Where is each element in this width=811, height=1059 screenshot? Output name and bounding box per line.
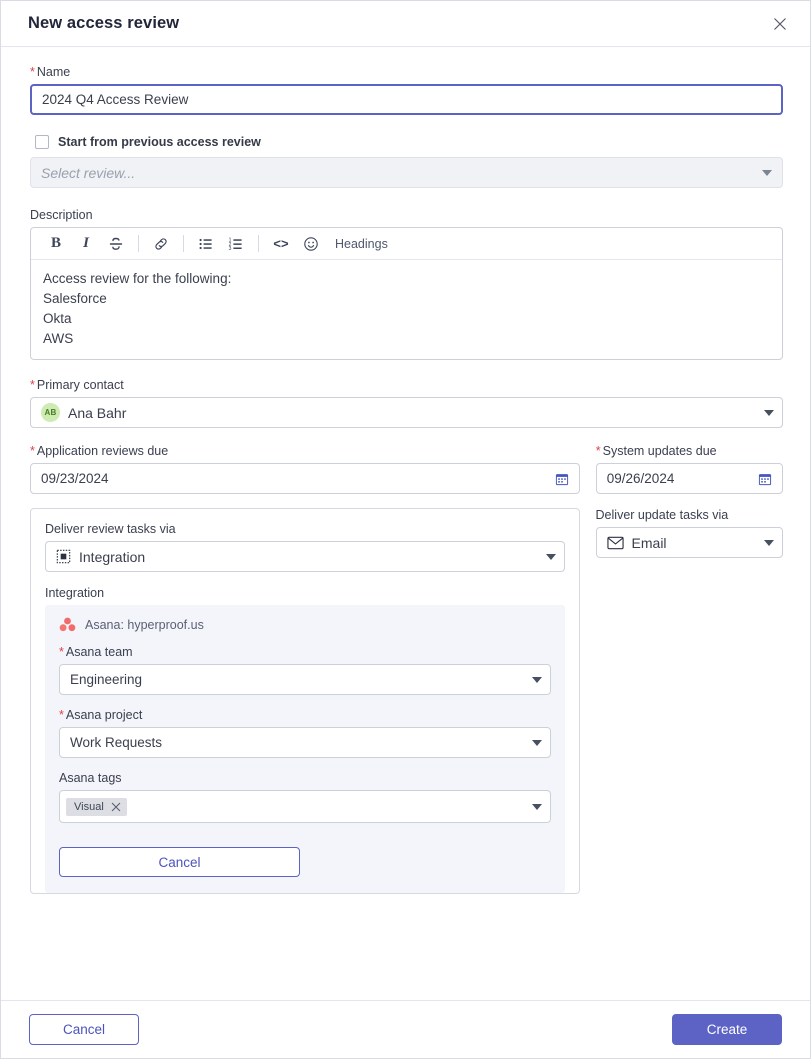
chevron-down-icon	[531, 676, 542, 683]
deliver-review-tasks-select[interactable]: Integration	[45, 541, 565, 572]
chevron-down-icon	[764, 409, 774, 416]
asana-logo-icon	[59, 617, 76, 632]
asana-tags-select[interactable]: Visual	[59, 790, 551, 823]
start-from-previous-row: Start from previous access review	[35, 135, 783, 149]
bold-icon[interactable]: B	[41, 231, 71, 257]
previous-review-select[interactable]: Select review...	[30, 157, 783, 188]
asana-project-label: * Asana project	[59, 708, 143, 722]
asana-provider-name: Asana: hyperproof.us	[85, 617, 204, 632]
deliver-review-tasks-value: Integration	[79, 548, 146, 565]
chevron-down-icon	[762, 169, 772, 176]
asana-team-select[interactable]: Engineering	[59, 664, 551, 695]
integration-cancel-button[interactable]: Cancel	[59, 847, 300, 877]
asana-tags-group: Asana tags Visual	[59, 771, 551, 823]
tag-chip: Visual	[66, 797, 127, 816]
name-field-group: * Name 2024 Q4 Access Review	[30, 65, 783, 115]
dialog-footer: Cancel Create	[1, 1000, 810, 1058]
email-icon	[606, 536, 624, 550]
italic-icon[interactable]: I	[71, 231, 101, 257]
description-textarea[interactable]: Access review for the following: Salesfo…	[31, 260, 782, 359]
asana-team-group: * Asana team Engineering	[59, 645, 551, 695]
asana-provider-row: Asana: hyperproof.us	[59, 617, 551, 632]
link-icon[interactable]	[146, 231, 176, 257]
system-updates-due-value: 09/26/2024	[606, 471, 675, 486]
application-reviews-due-value: 09/23/2024	[41, 471, 109, 486]
due-dates-row: * Application reviews due 09/23/2024 * Sys…	[30, 444, 783, 494]
chevron-down-icon	[545, 553, 556, 560]
dialog-body: * Name 2024 Q4 Access Review Start from p…	[1, 47, 810, 1000]
asana-team-value: Engineering	[70, 672, 143, 687]
name-label: * Name	[30, 65, 71, 79]
description-editor: B I 1 2 3 <> Headings Access review for …	[30, 227, 783, 360]
start-from-previous-label: Start from previous access review	[58, 135, 261, 149]
application-reviews-due-input[interactable]: 09/23/2024	[30, 463, 580, 494]
primary-contact-value: Ana Bahr	[68, 404, 127, 421]
delivery-row: Deliver review tasks via Integration Int…	[30, 508, 783, 894]
previous-review-placeholder: Select review...	[41, 164, 136, 181]
integration-label: Integration	[45, 586, 105, 600]
headings-dropdown[interactable]: Headings	[335, 237, 388, 251]
tag-chip-label: Visual	[74, 800, 104, 813]
chevron-down-icon	[531, 739, 542, 746]
system-updates-due-label: * System updates due	[595, 444, 717, 458]
cancel-button[interactable]: Cancel	[29, 1014, 139, 1045]
page-title: New access review	[28, 14, 180, 32]
primary-contact-select[interactable]: AB Ana Bahr	[30, 397, 783, 428]
required-marker: *	[30, 65, 35, 79]
start-from-previous-checkbox[interactable]	[35, 135, 49, 149]
new-access-review-dialog: New access review * Name 2024 Q4 Access R…	[0, 0, 811, 1059]
asana-team-label: * Asana team	[59, 645, 133, 659]
toolbar-divider	[183, 235, 184, 252]
integration-icon	[56, 549, 71, 564]
emoji-icon[interactable]	[296, 231, 326, 257]
description-label: Description	[30, 208, 93, 222]
asana-project-value: Work Requests	[70, 735, 163, 750]
application-reviews-due-group: * Application reviews due 09/23/2024	[30, 444, 580, 494]
code-icon[interactable]: <>	[266, 231, 296, 257]
update-delivery-group: Deliver update tasks via Email	[595, 508, 783, 894]
description-field-group: Description B I 1 2 3 <> Headings Access…	[30, 208, 783, 360]
strikethrough-icon[interactable]	[101, 231, 131, 257]
svg-text:3: 3	[229, 246, 232, 252]
deliver-review-tasks-label: Deliver review tasks via	[45, 522, 176, 536]
deliver-update-tasks-select[interactable]: Email	[595, 527, 783, 558]
toolbar-divider	[258, 235, 259, 252]
calendar-icon[interactable]	[555, 472, 569, 486]
deliver-update-tasks-label: Deliver update tasks via	[595, 508, 729, 522]
bullet-list-icon[interactable]	[191, 231, 221, 257]
dialog-header: New access review	[1, 1, 810, 47]
asana-project-select[interactable]: Work Requests	[59, 727, 551, 758]
name-input[interactable]: 2024 Q4 Access Review	[30, 84, 783, 115]
primary-contact-group: * Primary contact AB Ana Bahr	[30, 378, 783, 428]
deliver-update-tasks-value: Email	[631, 534, 667, 551]
review-delivery-card: Deliver review tasks via Integration Int…	[30, 508, 580, 894]
avatar: AB	[41, 403, 60, 422]
calendar-icon[interactable]	[758, 472, 772, 486]
chevron-down-icon	[764, 539, 774, 546]
asana-project-group: * Asana project Work Requests	[59, 708, 551, 758]
system-updates-due-input[interactable]: 09/26/2024	[595, 463, 783, 494]
application-reviews-due-label: * Application reviews due	[30, 444, 169, 458]
integration-panel: Asana: hyperproof.us * Asana team Enginee…	[45, 605, 565, 893]
close-icon[interactable]	[766, 10, 794, 38]
numbered-list-icon[interactable]: 1 2 3	[221, 231, 251, 257]
description-toolbar: B I 1 2 3 <> Headings	[31, 228, 782, 260]
toolbar-divider	[138, 235, 139, 252]
asana-tags-label: Asana tags	[59, 771, 122, 785]
system-updates-due-group: * System updates due 09/26/2024	[595, 444, 783, 494]
primary-contact-label: * Primary contact	[30, 378, 124, 392]
remove-tag-icon[interactable]	[111, 802, 121, 812]
create-button[interactable]: Create	[672, 1014, 782, 1045]
chevron-down-icon	[531, 803, 542, 810]
